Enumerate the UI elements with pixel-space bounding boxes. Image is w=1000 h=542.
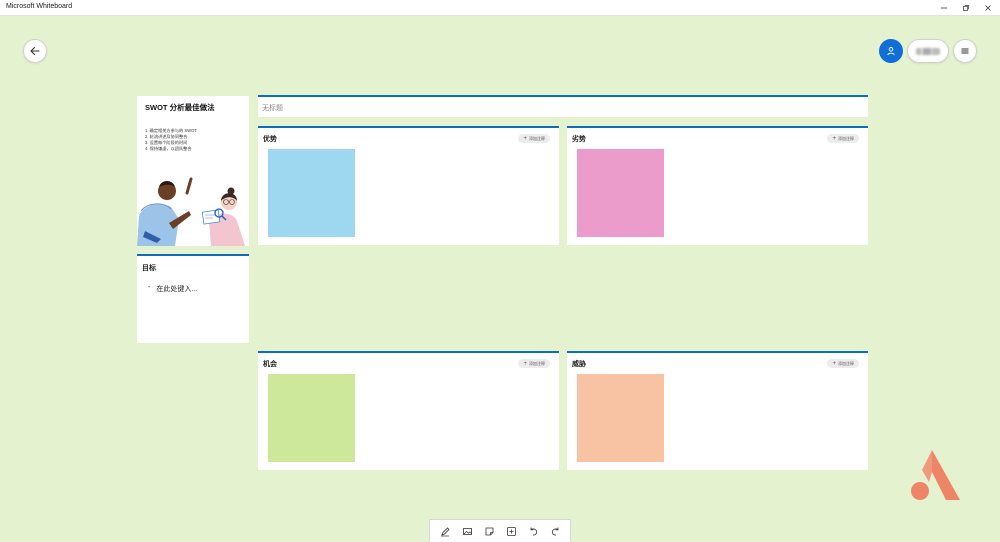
goal-card[interactable]: 目标 - 在此处键入...	[137, 254, 249, 343]
add-note-label: 添加注释	[529, 135, 545, 141]
pen-icon	[440, 526, 450, 536]
close-icon	[985, 5, 991, 11]
person-icon	[887, 47, 895, 56]
sticky-note[interactable]	[577, 149, 664, 237]
note-tool-button[interactable]	[480, 522, 498, 540]
plus-icon: +	[523, 360, 527, 367]
image-tool-button[interactable]	[458, 522, 476, 540]
sticky-note[interactable]	[268, 149, 355, 237]
image-icon	[462, 527, 472, 535]
undo-button[interactable]	[524, 522, 542, 540]
board-title-placeholder: 无标题	[262, 105, 283, 112]
add-note-button[interactable]: + 添加注释	[827, 359, 859, 368]
back-button[interactable]	[23, 39, 47, 63]
sticky-note[interactable]	[268, 374, 355, 462]
restore-icon	[963, 5, 969, 11]
add-note-button[interactable]: + 添加注释	[518, 134, 550, 143]
opportunity-quadrant[interactable]: 机会 + 添加注释	[258, 351, 559, 470]
add-note-label: 添加注释	[529, 360, 545, 366]
title-bar: Microsoft Whiteboard	[0, 0, 1000, 16]
add-note-button[interactable]: + 添加注释	[518, 359, 550, 368]
quadrant-title: 劣势	[572, 136, 586, 143]
brand-logo	[911, 450, 960, 500]
guide-step: 4. 保持谦虚，以团队整合	[145, 146, 192, 151]
people-illustration	[137, 177, 245, 246]
add-note-label: 添加注释	[838, 360, 854, 366]
swot-guide-card[interactable]: SWOT 分析最佳做法 1. 确定相关方参与的 SWOT 2. 轮流讲述及协同整…	[137, 96, 249, 246]
quadrant-title: 威胁	[572, 361, 586, 368]
undo-icon	[530, 527, 537, 535]
bottom-toolbar	[429, 519, 571, 542]
app-title: Microsoft Whiteboard	[6, 3, 73, 10]
add-note-label: 添加注释	[838, 135, 854, 141]
add-icon	[506, 526, 516, 536]
redo-button[interactable]	[546, 522, 564, 540]
redo-icon	[551, 527, 558, 535]
quadrant-title: 机会	[263, 361, 277, 368]
pen-tool-button[interactable]	[436, 522, 454, 540]
goal-title: 目标	[142, 265, 156, 272]
bullet-marker: -	[148, 284, 151, 291]
share-button[interactable]	[907, 39, 949, 63]
goal-placeholder: 在此处键入...	[156, 286, 198, 293]
threat-quadrant[interactable]: 威胁 + 添加注释	[567, 351, 868, 470]
note-icon	[485, 527, 493, 535]
plus-icon: +	[832, 135, 836, 142]
menu-button[interactable]	[953, 39, 977, 63]
close-button[interactable]	[975, 0, 1000, 16]
add-tool-button[interactable]	[502, 522, 520, 540]
plus-icon: +	[832, 360, 836, 367]
avatar-button[interactable]	[879, 39, 903, 63]
add-note-button[interactable]: + 添加注释	[827, 134, 859, 143]
strength-quadrant[interactable]: 优势 + 添加注释	[258, 126, 559, 245]
hamburger-icon	[961, 48, 969, 54]
weakness-quadrant[interactable]: 劣势 + 添加注释	[567, 126, 868, 245]
goal-input[interactable]: - 在此处键入...	[148, 284, 197, 294]
guide-steps: 1. 确定相关方参与的 SWOT 2. 轮流讲述及协同整合 3. 设置每个阶段的…	[145, 128, 197, 152]
board-title-field[interactable]: 无标题	[258, 95, 868, 117]
guide-title: SWOT 分析最佳做法	[145, 103, 215, 112]
plus-icon: +	[523, 135, 527, 142]
quadrant-title: 优势	[263, 136, 277, 143]
sticky-note[interactable]	[577, 374, 664, 462]
minimize-icon	[941, 7, 947, 9]
arrow-left-icon	[30, 46, 40, 56]
blurred-label	[916, 47, 940, 55]
